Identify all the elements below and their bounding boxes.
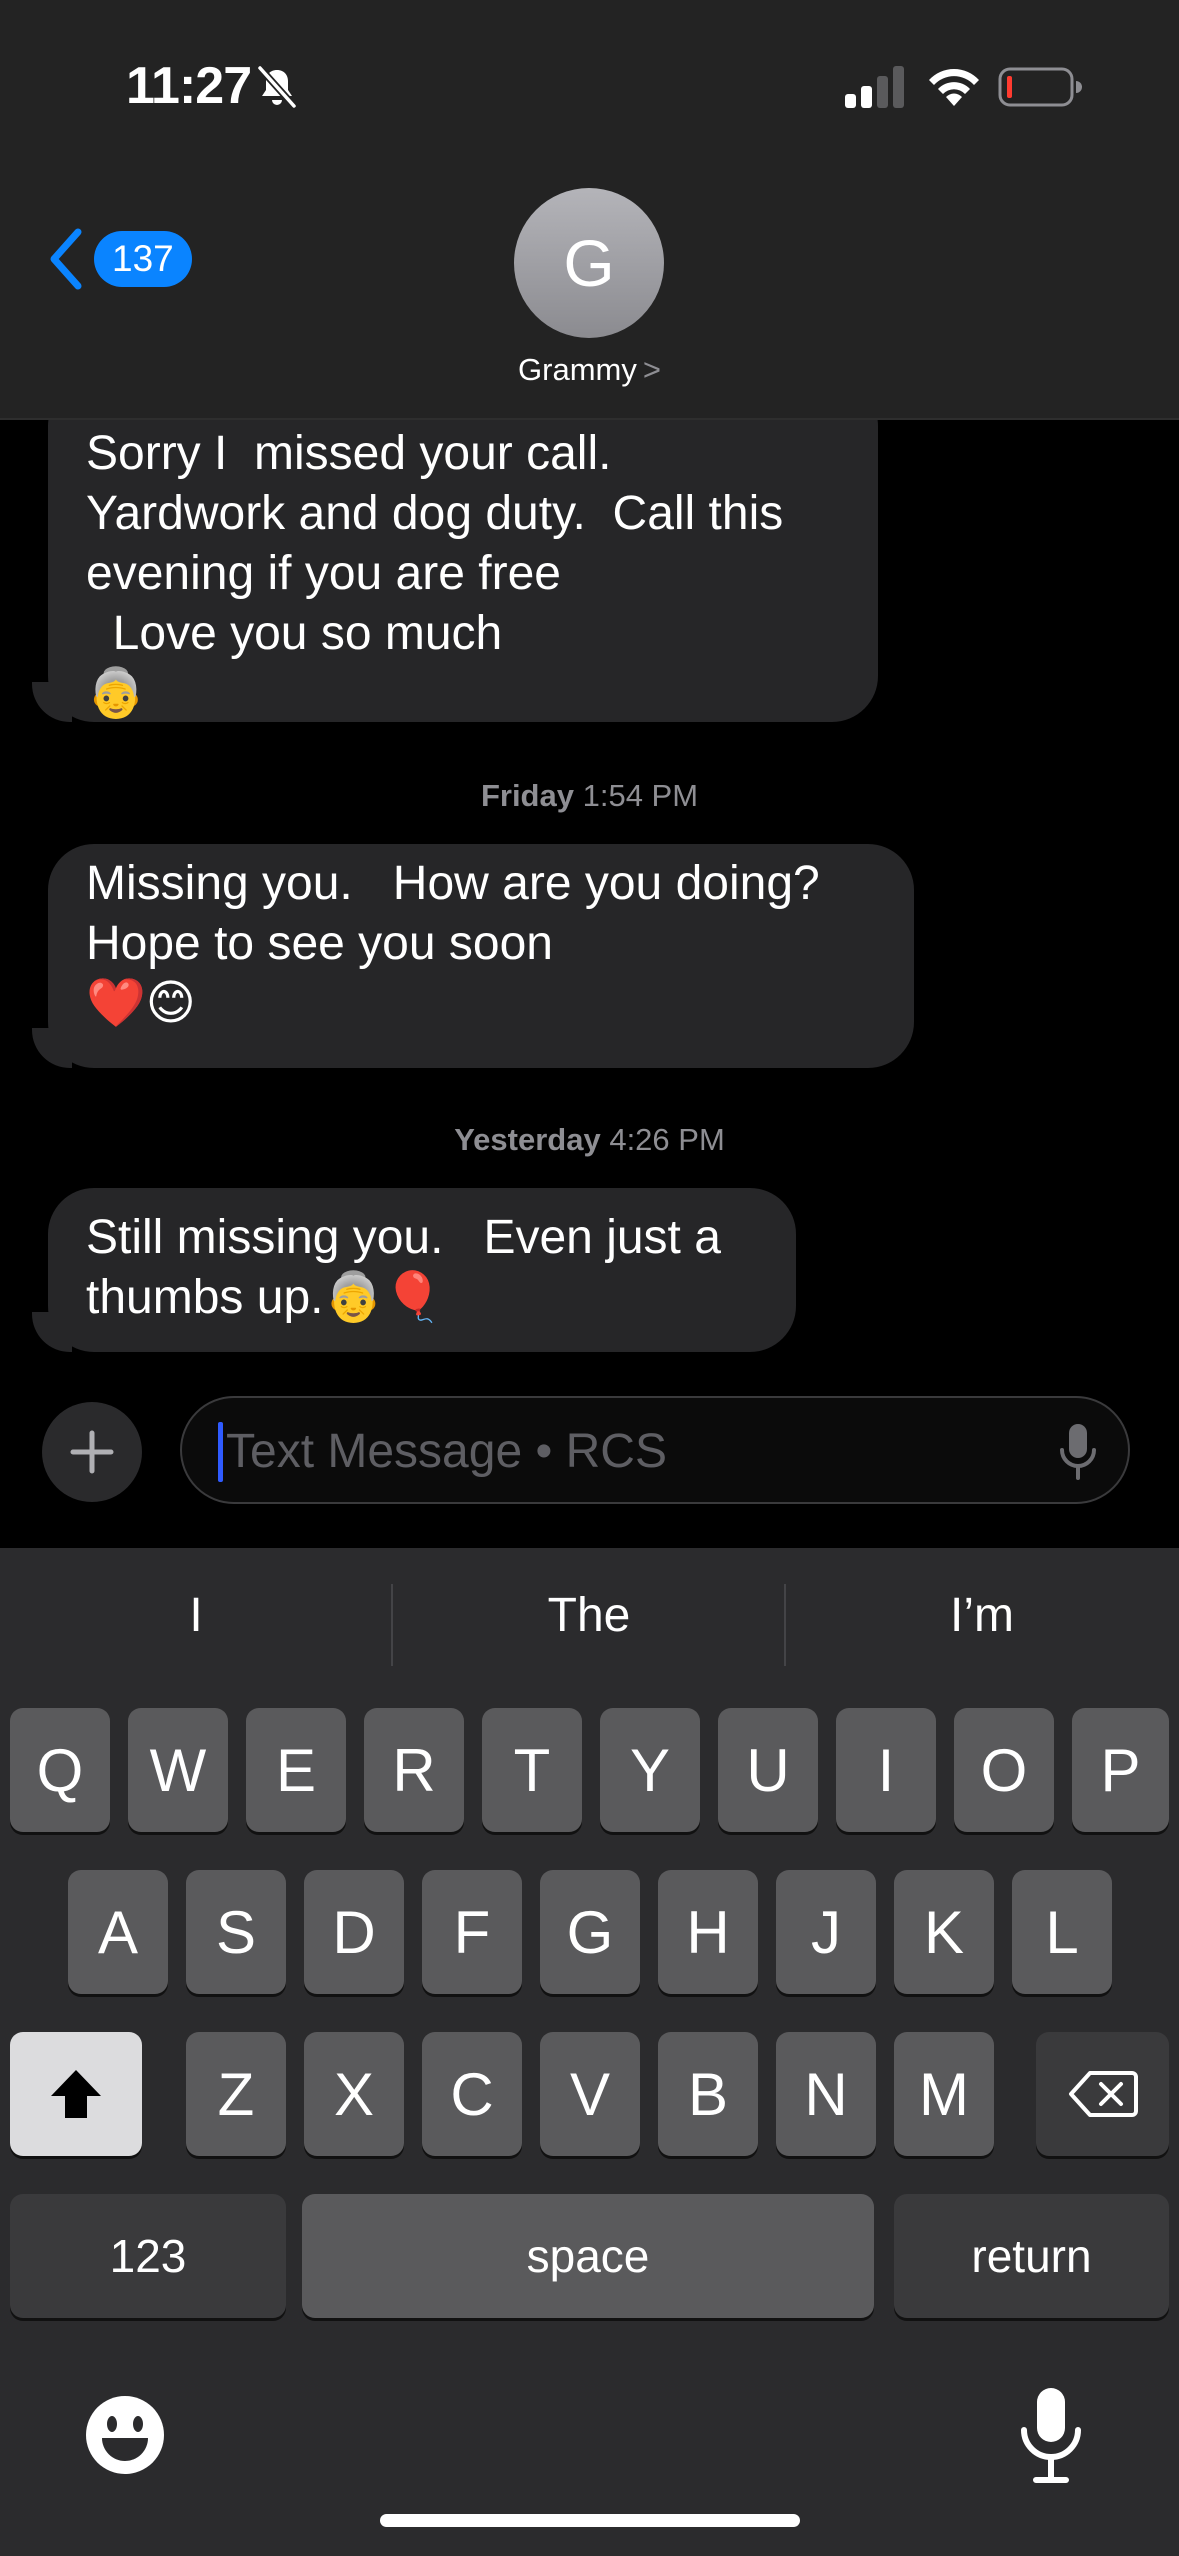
key-i[interactable]: I — [836, 1708, 936, 1832]
key-t[interactable]: T — [482, 1708, 582, 1832]
shift-key[interactable] — [10, 2032, 142, 2156]
suggestion-2[interactable]: The — [393, 1588, 785, 1643]
key-z[interactable]: Z — [186, 2032, 286, 2156]
message-bubble[interactable]: Missing you. How are you doing? Hope to … — [48, 844, 914, 1068]
unread-count-badge: 137 — [94, 231, 192, 287]
key-x[interactable]: X — [304, 2032, 404, 2156]
bubble-tail — [32, 1028, 72, 1068]
keyboard: I The I’m Q W E R T Y U I O P A S D F G … — [0, 1548, 1179, 2556]
suggestion-3[interactable]: I’m — [786, 1588, 1178, 1643]
microphone-icon[interactable] — [1018, 2386, 1084, 2486]
emoji-icon[interactable] — [84, 2394, 166, 2476]
key-f[interactable]: F — [422, 1870, 522, 1994]
avatar-initial: G — [563, 226, 615, 300]
chevron-right-icon: > — [642, 352, 661, 387]
key-v[interactable]: V — [540, 2032, 640, 2156]
back-button[interactable]: 137 — [46, 224, 192, 294]
key-o[interactable]: O — [954, 1708, 1054, 1832]
contact-name: Grammy — [518, 352, 637, 387]
bubble-tail — [32, 1312, 72, 1352]
contact-name-button[interactable]: Grammy > — [0, 352, 1179, 388]
key-r[interactable]: R — [364, 1708, 464, 1832]
delete-icon — [1068, 2071, 1138, 2117]
key-h[interactable]: H — [658, 1870, 758, 1994]
microphone-icon[interactable] — [1058, 1422, 1098, 1482]
key-d[interactable]: D — [304, 1870, 404, 1994]
key-y[interactable]: Y — [600, 1708, 700, 1832]
shift-icon — [51, 2070, 101, 2118]
suggestion-1[interactable]: I — [0, 1588, 392, 1643]
predictive-text-bar: I The I’m — [0, 1548, 1179, 1698]
message-bubble[interactable]: Still missing you. Even just a thumbs up… — [48, 1188, 796, 1352]
bell-slash-icon — [257, 65, 297, 109]
numbers-key[interactable]: 123 — [10, 2194, 286, 2318]
status-time: 11:27 — [126, 57, 252, 115]
home-indicator[interactable] — [380, 2514, 800, 2527]
space-key[interactable]: space — [302, 2194, 874, 2318]
key-q[interactable]: Q — [10, 1708, 110, 1832]
key-m[interactable]: M — [894, 2032, 994, 2156]
message-timestamp: Friday 1:54 PM — [480, 778, 699, 813]
message-text: Sorry I missed your call. Yardwork and d… — [86, 427, 784, 720]
message-bubble[interactable]: Sorry I missed your call. Yardwork and d… — [48, 420, 878, 722]
message-text: Missing you. How are you doing? Hope to … — [86, 857, 820, 1030]
key-s[interactable]: S — [186, 1870, 286, 1994]
key-a[interactable]: A — [68, 1870, 168, 1994]
text-caret — [218, 1422, 223, 1482]
bubble-tail — [32, 682, 72, 722]
key-k[interactable]: K — [894, 1870, 994, 1994]
key-c[interactable]: C — [422, 2032, 522, 2156]
key-p[interactable]: P — [1072, 1708, 1169, 1832]
message-input-placeholder: Text Message • RCS — [226, 1425, 667, 1478]
add-attachment-button[interactable] — [42, 1402, 142, 1502]
message-timestamp: Yesterday 4:26 PM — [454, 1122, 725, 1157]
delete-key[interactable] — [1036, 2032, 1169, 2156]
battery-low-icon — [998, 67, 1082, 107]
contact-avatar[interactable]: G — [514, 188, 664, 338]
message-thread[interactable]: Sorry I missed your call. Yardwork and d… — [0, 420, 1179, 1400]
key-b[interactable]: B — [658, 2032, 758, 2156]
wifi-icon — [929, 69, 979, 106]
key-w[interactable]: W — [128, 1708, 228, 1832]
message-input[interactable]: Text Message • RCS — [180, 1396, 1130, 1504]
plus-icon — [70, 1430, 114, 1474]
return-key[interactable]: return — [894, 2194, 1169, 2318]
key-j[interactable]: J — [776, 1870, 876, 1994]
key-e[interactable]: E — [246, 1708, 346, 1832]
chevron-left-icon — [50, 228, 82, 290]
key-n[interactable]: N — [776, 2032, 876, 2156]
key-g[interactable]: G — [540, 1870, 640, 1994]
message-text: Still missing you. Even just a thumbs up… — [86, 1211, 721, 1324]
conversation-header: 11:27 137 G Grammy > — [0, 0, 1179, 420]
key-l[interactable]: L — [1012, 1870, 1112, 1994]
cellular-signal-icon — [845, 66, 904, 108]
key-u[interactable]: U — [718, 1708, 818, 1832]
